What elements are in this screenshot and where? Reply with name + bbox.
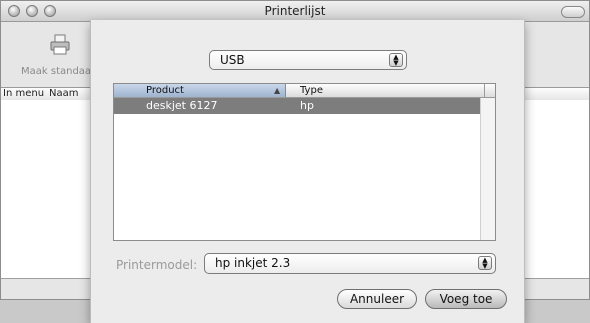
window-title: Printerlijst bbox=[264, 4, 326, 18]
toolbar-toggle-button[interactable] bbox=[561, 6, 585, 18]
table-row[interactable]: deskjet 6127 hp bbox=[114, 98, 480, 114]
connection-type-popup[interactable]: USB ▲ ▼ bbox=[209, 50, 407, 70]
column-type-label[interactable]: Type bbox=[300, 84, 323, 97]
column-in-menu[interactable]: In menu bbox=[3, 88, 44, 100]
add-printer-sheet: USB ▲ ▼ Product ▲ Type deskjet 6127 hp Pr… bbox=[90, 20, 525, 323]
connection-type-value: USB bbox=[220, 53, 245, 67]
column-product-label: Product bbox=[146, 85, 184, 96]
column-product[interactable]: Product ▲ bbox=[114, 84, 286, 97]
row-product: deskjet 6127 bbox=[146, 99, 218, 112]
title-bar: Printerlijst bbox=[1, 1, 589, 22]
popup-arrows-icon: ▲ ▼ bbox=[389, 53, 403, 67]
printermodel-popup[interactable]: hp inkjet 2.3 ▲ ▼ bbox=[204, 253, 496, 274]
printer-table[interactable]: Product ▲ Type deskjet 6127 hp bbox=[113, 83, 496, 241]
sort-ascending-icon: ▲ bbox=[274, 86, 281, 95]
row-type: hp bbox=[300, 99, 314, 112]
printer-icon[interactable] bbox=[49, 34, 71, 56]
table-scrollbar[interactable] bbox=[480, 98, 495, 240]
column-divider bbox=[484, 84, 485, 97]
cancel-button[interactable]: Annuleer bbox=[337, 289, 417, 309]
popup-arrows-icon: ▲ ▼ bbox=[478, 256, 492, 270]
printermodel-value: hp inkjet 2.3 bbox=[215, 256, 291, 270]
table-header: Product ▲ Type bbox=[114, 84, 495, 98]
printermodel-label: Printermodel: bbox=[116, 258, 198, 272]
add-button[interactable]: Voeg toe bbox=[425, 289, 507, 309]
column-name[interactable]: Naam bbox=[49, 88, 78, 100]
